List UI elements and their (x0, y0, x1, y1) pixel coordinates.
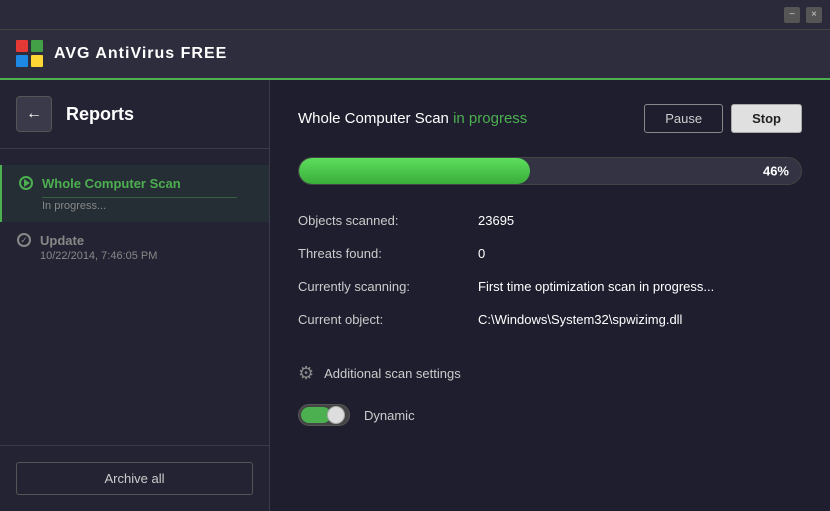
sidebar: ← Reports Whole Computer Scan In progres… (0, 80, 270, 511)
gear-icon: ⚙ (298, 363, 314, 384)
scan-status-text: in progress (453, 110, 527, 127)
sidebar-items: Whole Computer Scan In progress... ✓ Upd… (0, 149, 269, 445)
sidebar-header: ← Reports (0, 80, 269, 149)
scan-title-text: Whole Computer Scan (298, 110, 449, 127)
item-status-update: 10/22/2014, 7:46:05 PM (16, 250, 253, 262)
stat-label-2: Currently scanning: (298, 275, 478, 298)
active-underline (42, 197, 237, 198)
sidebar-item-header: Whole Computer Scan (18, 175, 253, 191)
item-name-update: Update (40, 233, 84, 248)
sidebar-item-update[interactable]: ✓ Update 10/22/2014, 7:46:05 PM (0, 222, 269, 272)
title-bar: − × (0, 0, 830, 30)
progress-container: 46% (298, 157, 802, 185)
scan-title: Whole Computer Scan in progress (298, 110, 527, 127)
archive-all-button[interactable]: Archive all (16, 462, 253, 495)
pause-button[interactable]: Pause (644, 104, 723, 133)
stat-value-3: C:\Windows\System32\spwizimg.dll (478, 308, 802, 331)
sidebar-item-whole-computer-scan[interactable]: Whole Computer Scan In progress... (0, 165, 269, 222)
sidebar-item-update-header: ✓ Update (16, 232, 253, 248)
toggle-row: Dynamic (298, 404, 802, 426)
app-title: AVG AntiVirus FREE (54, 45, 227, 63)
progress-bar-wrapper: 46% (298, 157, 802, 185)
back-button[interactable]: ← (16, 96, 52, 132)
app-header: AVG AntiVirus FREE (0, 30, 830, 80)
stat-value-0: 23695 (478, 209, 802, 232)
item-status-scan: In progress... (18, 200, 253, 212)
main-layout: ← Reports Whole Computer Scan In progres… (0, 80, 830, 511)
action-buttons: Pause Stop (644, 104, 802, 133)
check-circle-icon: ✓ (16, 232, 32, 248)
sidebar-footer: Archive all (0, 445, 269, 511)
logo-sq-green (31, 40, 43, 52)
additional-settings[interactable]: ⚙ Additional scan settings (298, 363, 802, 384)
minimize-button[interactable]: − (784, 7, 800, 23)
stats-grid: Objects scanned: 23695 Threats found: 0 … (298, 209, 802, 331)
stop-button[interactable]: Stop (731, 104, 802, 133)
logo-icon (16, 40, 44, 68)
stat-value-1: 0 (478, 242, 802, 265)
stat-label-1: Threats found: (298, 242, 478, 265)
content-area: Whole Computer Scan in progress Pause St… (270, 80, 830, 511)
progress-label: 46% (763, 164, 789, 179)
sidebar-title: Reports (66, 104, 134, 125)
stat-label-3: Current object: (298, 308, 478, 331)
logo-sq-red (16, 40, 28, 52)
stat-value-2: First time optimization scan in progress… (478, 275, 802, 298)
item-name-scan: Whole Computer Scan (42, 176, 181, 191)
logo-sq-blue (16, 55, 28, 67)
content-header: Whole Computer Scan in progress Pause St… (298, 104, 802, 133)
play-circle-icon (18, 175, 34, 191)
logo-sq-yellow (31, 55, 43, 67)
toggle-thumb (327, 406, 345, 424)
stat-label-0: Objects scanned: (298, 209, 478, 232)
app-logo: AVG AntiVirus FREE (16, 40, 227, 68)
toggle-label: Dynamic (364, 408, 415, 423)
progress-bar-fill (299, 158, 530, 184)
settings-label: Additional scan settings (324, 366, 461, 381)
close-button[interactable]: × (806, 7, 822, 23)
dynamic-toggle[interactable] (298, 404, 350, 426)
